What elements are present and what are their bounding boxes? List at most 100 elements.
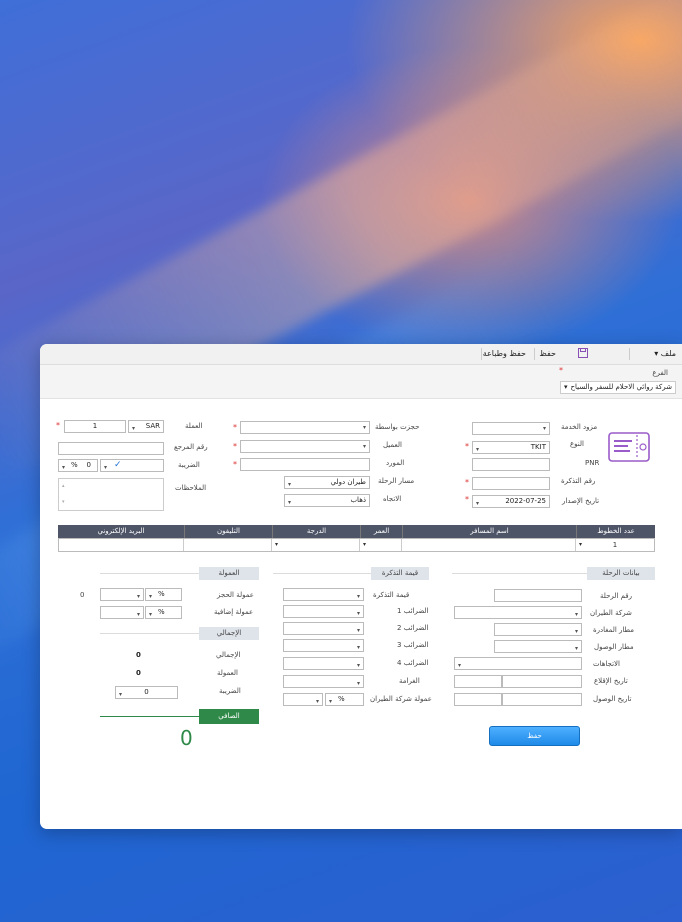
- notes-textarea[interactable]: ▴ ▾: [58, 478, 164, 511]
- branch-select[interactable]: شركة روائي الاحلام للسفر والسياح ▾: [560, 381, 676, 394]
- required-mark: *: [233, 423, 237, 432]
- save-print-button[interactable]: حفظ وطباعة: [483, 349, 526, 358]
- toolbar: ملف ▾ حفظ حفظ وطباعة: [40, 344, 682, 365]
- issue-date-label: تاريخ الإصدار: [562, 497, 600, 505]
- required-mark: *: [465, 495, 469, 504]
- tax3-input[interactable]: ▾: [283, 639, 364, 652]
- airline-commission-input[interactable]: ▾: [283, 693, 323, 706]
- directions-label: الاتجاهات: [593, 660, 620, 668]
- arrival-time-input[interactable]: [454, 693, 502, 706]
- airline-label: شركة الطيران: [590, 609, 632, 617]
- ticket-price-input[interactable]: ▾: [283, 588, 364, 601]
- tax-label: الضريبة: [178, 461, 200, 469]
- client-label: العميل: [383, 441, 402, 449]
- exchange-rate-input[interactable]: 1: [64, 420, 126, 433]
- route-label: مسار الرحلة: [378, 477, 415, 485]
- totals-tax-input[interactable]: 0 ▾: [115, 686, 178, 699]
- supplier-select[interactable]: ▾: [472, 422, 550, 435]
- extra-commission-type[interactable]: ▾%: [145, 606, 182, 619]
- issue-date-input[interactable]: 2022-07-25 ▾: [472, 495, 550, 508]
- col-age: العمر: [360, 525, 402, 538]
- flight-no-label: رقم الرحلة: [600, 592, 632, 600]
- tax1-label: الضرائب 1: [397, 607, 429, 615]
- booking-commission-input[interactable]: ▾: [100, 588, 144, 601]
- table-row: 1 ▾ ▾ ▾: [58, 538, 655, 552]
- col-lines: عدد الخطوط: [576, 525, 655, 538]
- ticket-no-label: رقم التذكرة: [561, 477, 596, 485]
- direction-label: الاتجاه: [383, 495, 402, 503]
- save-button[interactable]: حفظ: [489, 726, 580, 746]
- tax-type-select[interactable]: ▾ ✓: [100, 459, 164, 472]
- branch-label: الفرع: [652, 369, 668, 377]
- airline-commission-label: عمولة شركة الطيران: [370, 695, 432, 703]
- floppy-icon[interactable]: [578, 348, 588, 360]
- ticket-price-label: قيمة التذكرة: [373, 591, 410, 599]
- lines-select[interactable]: 1 ▾: [575, 539, 654, 551]
- required-mark: *: [465, 478, 469, 487]
- required-mark: *: [56, 421, 60, 430]
- pnr-label: PNR: [585, 459, 600, 467]
- passenger-name-input[interactable]: [401, 539, 575, 551]
- booking-commission-label: عمولة الحجز: [217, 591, 254, 599]
- totals-section-header: الإجمالي: [199, 627, 259, 640]
- extra-commission-input[interactable]: ▾: [100, 606, 144, 619]
- email-input[interactable]: [59, 539, 183, 551]
- required-mark: *: [233, 442, 237, 451]
- takeoff-date-label: تاريخ الإقلاع: [594, 677, 628, 685]
- net-divider: [100, 716, 199, 717]
- arrival-airport-label: مطار الوصول: [594, 643, 634, 651]
- tax2-input[interactable]: ▾: [283, 622, 364, 635]
- flight-no-input[interactable]: [494, 589, 582, 602]
- currency-label: العملة: [185, 422, 203, 430]
- arrival-airport-select[interactable]: ▾: [494, 640, 582, 653]
- direction-select[interactable]: ذهاب ▾: [284, 494, 370, 507]
- arrival-date-label: تاريخ الوصول: [593, 695, 632, 703]
- class-select[interactable]: ▾: [271, 539, 359, 551]
- takeoff-time-input[interactable]: [454, 675, 502, 688]
- client-select[interactable]: ▾: [240, 440, 370, 453]
- net-value: 0: [180, 726, 193, 750]
- commission-side-value: 0: [80, 591, 85, 599]
- extra-commission-label: عمولة إضافية: [214, 608, 254, 616]
- departure-airport-select[interactable]: ▾: [494, 623, 582, 636]
- arrival-date-input[interactable]: [502, 693, 582, 706]
- phone-input[interactable]: [183, 539, 271, 551]
- tax-rate-input[interactable]: ▾ % 0: [58, 459, 98, 472]
- airline-commission-type[interactable]: ▾%: [325, 693, 364, 706]
- booking-commission-type[interactable]: ▾%: [145, 588, 182, 601]
- passenger-table-header: عدد الخطوط اسم المسافر العمر الدرجة التل…: [58, 525, 655, 538]
- file-menu[interactable]: ملف ▾: [654, 349, 676, 358]
- currency-select[interactable]: SAR ▾: [128, 420, 164, 433]
- ref-input[interactable]: [58, 442, 164, 455]
- commission-section-header: العمولة: [199, 567, 259, 580]
- airline-select[interactable]: ▾: [454, 606, 582, 619]
- col-phone: التليفون: [184, 525, 272, 538]
- booked-by-label: حجزت بواسطة: [375, 423, 420, 431]
- total-label: الإجمالي: [216, 651, 241, 659]
- col-passenger-name: اسم المسافر: [402, 525, 576, 538]
- total-value: 0: [136, 651, 141, 659]
- directions-select[interactable]: ▾: [454, 657, 582, 670]
- type-select[interactable]: TKIT ▾: [472, 441, 550, 454]
- tax1-input[interactable]: ▾: [283, 605, 364, 618]
- check-icon: ✓: [114, 460, 122, 470]
- resource-input[interactable]: [240, 458, 370, 471]
- age-select[interactable]: ▾: [359, 539, 401, 551]
- booked-by-select[interactable]: ▾: [240, 421, 370, 434]
- save-toolbar-button[interactable]: حفظ: [539, 349, 556, 358]
- penalty-label: الغرامة: [399, 677, 420, 685]
- tax3-label: الضرائب 3: [397, 641, 429, 649]
- notes-label: الملاحظات: [175, 484, 207, 492]
- supplier-label: مزود الخدمة: [561, 423, 598, 431]
- departure-airport-label: مطار المغادرة: [593, 626, 635, 634]
- route-select[interactable]: طيران دولي ▾: [284, 476, 370, 489]
- pnr-input[interactable]: [472, 458, 550, 471]
- type-label: النوع: [570, 440, 584, 448]
- col-email: البريد الإلكتروني: [97, 527, 145, 535]
- ticket-no-input[interactable]: [472, 477, 550, 490]
- takeoff-date-input[interactable]: [502, 675, 582, 688]
- penalty-input[interactable]: ▾: [283, 675, 364, 688]
- tax2-label: الضرائب 2: [397, 624, 429, 632]
- tax4-label: الضرائب 4: [397, 659, 429, 667]
- tax4-input[interactable]: ▾: [283, 657, 364, 670]
